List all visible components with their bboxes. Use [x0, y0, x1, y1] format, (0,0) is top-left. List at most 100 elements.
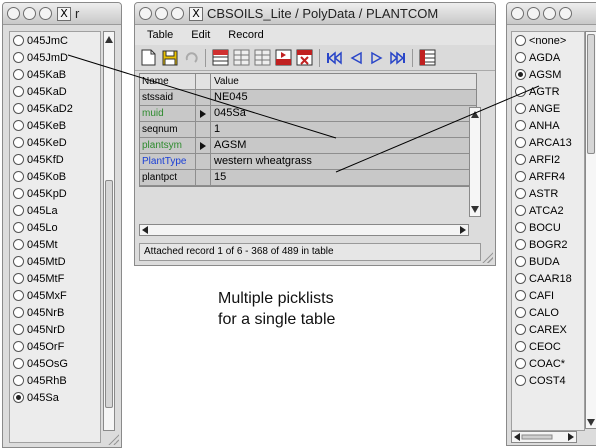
- right-picklist-scrollbar[interactable]: [585, 31, 596, 429]
- right-picklist-item[interactable]: ARFI2: [512, 151, 584, 168]
- insert-record-icon[interactable]: [211, 48, 230, 67]
- zoom-circle-icon[interactable]: [39, 7, 52, 20]
- radio-icon[interactable]: [13, 154, 24, 165]
- main-window-titlebar[interactable]: X CBSOILS_Lite / PolyData / PLANTCOM: [135, 3, 495, 25]
- last-record-icon[interactable]: [388, 48, 407, 67]
- right-picklist-item[interactable]: COST4: [512, 372, 584, 389]
- scroll-up-icon[interactable]: [471, 111, 479, 118]
- radio-icon[interactable]: [515, 188, 526, 199]
- radio-icon[interactable]: [515, 375, 526, 386]
- minimize-circle-icon[interactable]: [527, 7, 540, 20]
- table-row[interactable]: PlantType western wheatgrass: [140, 154, 476, 170]
- menu-edit[interactable]: Edit: [191, 29, 210, 41]
- field-value[interactable]: AGSM: [211, 138, 476, 153]
- table-row[interactable]: stssaid NE045: [140, 90, 476, 106]
- radio-icon[interactable]: [515, 324, 526, 335]
- radio-icon[interactable]: [13, 103, 24, 114]
- close-circle-icon[interactable]: [7, 7, 20, 20]
- right-picklist-item[interactable]: BOCU: [512, 219, 584, 236]
- x-icon[interactable]: X: [189, 6, 203, 21]
- left-picklist-item[interactable]: 045RhB: [10, 372, 100, 389]
- left-picklist-item[interactable]: 045KfD: [10, 151, 100, 168]
- extra-circle-icon[interactable]: [559, 7, 572, 20]
- table-row[interactable]: seqnum 1: [140, 122, 476, 138]
- radio-icon[interactable]: [515, 341, 526, 352]
- radio-icon[interactable]: [13, 341, 24, 352]
- radio-icon[interactable]: [13, 69, 24, 80]
- x-icon[interactable]: X: [57, 6, 71, 21]
- left-picklist-item[interactable]: 045KeD: [10, 134, 100, 151]
- left-picklist-item[interactable]: 045JmD: [10, 49, 100, 66]
- radio-icon[interactable]: [13, 375, 24, 386]
- right-picklist-item[interactable]: CAAR18: [512, 270, 584, 287]
- radio-icon[interactable]: [515, 86, 526, 97]
- left-window-titlebar[interactable]: X r: [3, 3, 121, 25]
- radio-icon[interactable]: [13, 120, 24, 131]
- new-document-icon[interactable]: [139, 48, 158, 67]
- left-picklist-item[interactable]: 045MxF: [10, 287, 100, 304]
- radio-icon[interactable]: [515, 307, 526, 318]
- radio-icon[interactable]: [13, 52, 24, 63]
- right-picklist-item[interactable]: ATCA2: [512, 202, 584, 219]
- zoom-circle-icon[interactable]: [171, 7, 184, 20]
- left-picklist-item[interactable]: 045Sa: [10, 389, 100, 406]
- radio-icon[interactable]: [13, 86, 24, 97]
- right-picklist-item[interactable]: ARCA13: [512, 134, 584, 151]
- radio-icon[interactable]: [13, 273, 24, 284]
- close-circle-icon[interactable]: [511, 7, 524, 20]
- left-picklist-item[interactable]: 045KaD: [10, 83, 100, 100]
- radio-icon[interactable]: [515, 35, 526, 46]
- radio-icon[interactable]: [515, 205, 526, 216]
- menu-record[interactable]: Record: [228, 29, 263, 41]
- scroll-down-icon[interactable]: [471, 206, 479, 213]
- right-picklist-item[interactable]: BUDA: [512, 253, 584, 270]
- field-value[interactable]: 045Sa: [211, 106, 476, 121]
- left-picklist-item[interactable]: 045KaB: [10, 66, 100, 83]
- left-scroll-thumb[interactable]: [105, 180, 113, 408]
- left-picklist-item[interactable]: 045MtD: [10, 253, 100, 270]
- radio-icon[interactable]: [515, 120, 526, 131]
- radio-icon[interactable]: [13, 171, 24, 182]
- previous-record-icon[interactable]: [346, 48, 365, 67]
- right-scroll-thumb[interactable]: [587, 34, 595, 154]
- field-value[interactable]: western wheatgrass: [211, 154, 476, 169]
- minimize-circle-icon[interactable]: [23, 7, 36, 20]
- left-picklist-item[interactable]: 045NrD: [10, 321, 100, 338]
- right-picklist-item[interactable]: ANGE: [512, 100, 584, 117]
- left-picklist-item[interactable]: 045NrB: [10, 304, 100, 321]
- radio-icon[interactable]: [515, 103, 526, 114]
- radio-icon[interactable]: [515, 171, 526, 182]
- scroll-down-icon[interactable]: [587, 419, 595, 426]
- right-picklist-item[interactable]: AGTR: [512, 83, 584, 100]
- radio-selected-icon[interactable]: [515, 69, 526, 80]
- right-picklist-item[interactable]: ANHA: [512, 117, 584, 134]
- left-picklist-item[interactable]: 045MtF: [10, 270, 100, 287]
- left-picklist-item[interactable]: 045Mt: [10, 236, 100, 253]
- radio-icon[interactable]: [13, 188, 24, 199]
- radio-selected-icon[interactable]: [13, 392, 24, 403]
- form-view-icon[interactable]: [418, 48, 437, 67]
- radio-icon[interactable]: [13, 222, 24, 233]
- resize-grip-icon[interactable]: [107, 433, 119, 445]
- sort-records-icon[interactable]: [253, 48, 272, 67]
- left-picklist-item[interactable]: 045JmC: [10, 32, 100, 49]
- next-record-icon[interactable]: [367, 48, 386, 67]
- radio-icon[interactable]: [13, 137, 24, 148]
- move-record-icon[interactable]: [274, 48, 293, 67]
- radio-icon[interactable]: [515, 239, 526, 250]
- table-row[interactable]: plantpct 15: [140, 170, 476, 186]
- left-picklist-item[interactable]: 045KpD: [10, 185, 100, 202]
- left-picklist-scrollbar[interactable]: [103, 31, 115, 431]
- right-picklist-item[interactable]: CALO: [512, 304, 584, 321]
- picklist-pointer-icon[interactable]: [200, 142, 206, 150]
- radio-icon[interactable]: [515, 273, 526, 284]
- radio-icon[interactable]: [13, 358, 24, 369]
- radio-icon[interactable]: [515, 154, 526, 165]
- radio-icon[interactable]: [13, 290, 24, 301]
- radio-icon[interactable]: [13, 324, 24, 335]
- radio-icon[interactable]: [13, 307, 24, 318]
- right-picklist-item[interactable]: BOGR2: [512, 236, 584, 253]
- field-value[interactable]: 15: [211, 170, 476, 185]
- menu-table[interactable]: Table: [147, 29, 173, 41]
- save-icon[interactable]: [160, 48, 179, 67]
